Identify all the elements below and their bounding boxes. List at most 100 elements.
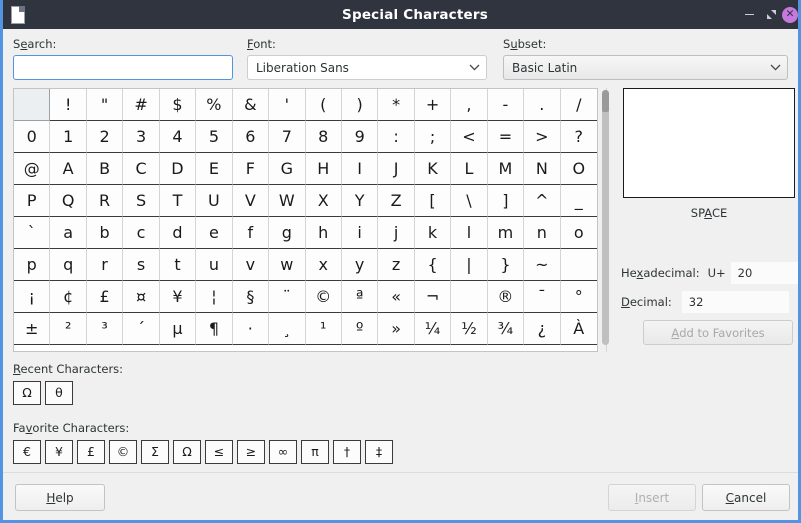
character-cell[interactable]: ~ xyxy=(524,249,560,281)
character-cell[interactable]: ¨ xyxy=(269,281,305,313)
maximize-icon[interactable] xyxy=(760,4,782,26)
character-cell[interactable]: Y xyxy=(342,185,378,217)
character-cell[interactable]: } xyxy=(488,249,524,281)
character-cell[interactable] xyxy=(451,281,487,313)
character-cell[interactable]: µ xyxy=(160,313,196,345)
character-cell[interactable]: £ xyxy=(87,281,123,313)
character-cell[interactable]: ? xyxy=(561,121,597,153)
favorite-character-chip[interactable]: ≥ xyxy=(237,440,265,464)
character-cell[interactable]: ¸ xyxy=(269,313,305,345)
character-cell[interactable]: / xyxy=(561,89,597,121)
decimal-value[interactable]: 32 xyxy=(682,291,789,313)
favorite-character-chip[interactable]: ∞ xyxy=(269,440,297,464)
character-cell[interactable]: o xyxy=(561,217,597,249)
character-cell[interactable]: ! xyxy=(50,89,86,121)
character-cell[interactable]: I xyxy=(342,153,378,185)
character-cell[interactable]: = xyxy=(488,121,524,153)
character-cell[interactable]: 0 xyxy=(14,121,50,153)
character-cell[interactable]: ³ xyxy=(87,313,123,345)
help-button[interactable]: Help xyxy=(15,484,105,511)
character-cell[interactable]: b xyxy=(87,217,123,249)
character-cell[interactable]: ´ xyxy=(123,313,159,345)
character-cell[interactable]: ± xyxy=(14,313,50,345)
character-cell[interactable]: J xyxy=(378,153,414,185)
character-cell[interactable]: ^ xyxy=(524,185,560,217)
favorite-character-chip[interactable]: © xyxy=(109,440,137,464)
character-cell[interactable]: ¢ xyxy=(50,281,86,313)
favorite-character-chip[interactable]: ‡ xyxy=(365,440,393,464)
character-cell[interactable]: ² xyxy=(50,313,86,345)
character-cell[interactable] xyxy=(14,89,50,121)
close-icon[interactable]: ✕ xyxy=(782,7,798,23)
character-cell[interactable]: - xyxy=(488,89,524,121)
character-cell[interactable]: ¥ xyxy=(160,281,196,313)
character-cell[interactable]: ; xyxy=(415,121,451,153)
character-cell[interactable]: ¯ xyxy=(524,281,560,313)
character-cell[interactable]: * xyxy=(378,89,414,121)
character-cell[interactable]: U xyxy=(196,185,232,217)
hexadecimal-value[interactable]: 20 xyxy=(731,262,801,284)
character-cell[interactable]: d xyxy=(160,217,196,249)
character-cell[interactable]: < xyxy=(451,121,487,153)
favorite-character-chip[interactable]: £ xyxy=(77,440,105,464)
character-cell[interactable]: » xyxy=(378,313,414,345)
character-cell[interactable]: v xyxy=(233,249,269,281)
character-cell[interactable]: _ xyxy=(561,185,597,217)
character-cell[interactable]: u xyxy=(196,249,232,281)
character-cell[interactable]: S xyxy=(123,185,159,217)
favorite-character-chip[interactable]: ¥ xyxy=(45,440,73,464)
character-cell[interactable]: § xyxy=(233,281,269,313)
character-cell[interactable]: M xyxy=(488,153,524,185)
character-cell[interactable]: Q xyxy=(50,185,86,217)
character-cell[interactable]: D xyxy=(160,153,196,185)
character-cell[interactable]: O xyxy=(561,153,597,185)
character-cell[interactable]: C xyxy=(123,153,159,185)
favorite-character-chip[interactable]: ≤ xyxy=(205,440,233,464)
character-cell[interactable]: 2 xyxy=(87,121,123,153)
character-cell[interactable]: e xyxy=(196,217,232,249)
character-cell[interactable]: w xyxy=(269,249,305,281)
recent-character-chip[interactable]: Ω xyxy=(13,381,41,405)
character-cell[interactable]: ¹ xyxy=(306,313,342,345)
character-cell[interactable]: 6 xyxy=(233,121,269,153)
character-cell[interactable]: L xyxy=(451,153,487,185)
favorite-character-chip[interactable]: Σ xyxy=(141,440,169,464)
character-cell[interactable]: N xyxy=(524,153,560,185)
character-cell[interactable]: [ xyxy=(415,185,451,217)
character-cell[interactable]: g xyxy=(269,217,305,249)
search-input[interactable] xyxy=(13,55,233,80)
character-cell[interactable]: ' xyxy=(269,89,305,121)
favorite-character-chip[interactable]: Ω xyxy=(173,440,201,464)
character-cell[interactable]: # xyxy=(123,89,159,121)
character-cell[interactable]: V xyxy=(233,185,269,217)
character-cell[interactable]: i xyxy=(342,217,378,249)
character-cell[interactable]: z xyxy=(378,249,414,281)
character-cell[interactable]: ª xyxy=(342,281,378,313)
character-cell[interactable]: R xyxy=(87,185,123,217)
character-cell[interactable]: · xyxy=(233,313,269,345)
character-cell[interactable]: m xyxy=(488,217,524,249)
character-cell[interactable]: n xyxy=(524,217,560,249)
character-cell[interactable]: ] xyxy=(488,185,524,217)
favorite-character-chip[interactable]: € xyxy=(13,440,41,464)
character-cell[interactable]: | xyxy=(451,249,487,281)
character-cell[interactable]: l xyxy=(451,217,487,249)
character-cell[interactable]: E xyxy=(196,153,232,185)
character-cell[interactable]: 5 xyxy=(196,121,232,153)
character-cell[interactable]: \ xyxy=(451,185,487,217)
character-cell[interactable]: B xyxy=(87,153,123,185)
character-cell[interactable]: h xyxy=(306,217,342,249)
cancel-button[interactable]: Cancel xyxy=(702,484,790,511)
character-cell[interactable]: ¼ xyxy=(415,313,451,345)
character-cell[interactable]: @ xyxy=(14,153,50,185)
character-grid-scrollbar[interactable] xyxy=(602,88,612,352)
character-cell[interactable]: ` xyxy=(14,217,50,249)
character-cell[interactable]: 7 xyxy=(269,121,305,153)
character-cell[interactable]: q xyxy=(50,249,86,281)
character-cell[interactable]: 8 xyxy=(306,121,342,153)
character-cell[interactable]: À xyxy=(561,313,597,345)
character-cell[interactable]: 9 xyxy=(342,121,378,153)
character-cell[interactable]: y xyxy=(342,249,378,281)
character-cell[interactable]: % xyxy=(196,89,232,121)
character-cell[interactable]: Z xyxy=(378,185,414,217)
